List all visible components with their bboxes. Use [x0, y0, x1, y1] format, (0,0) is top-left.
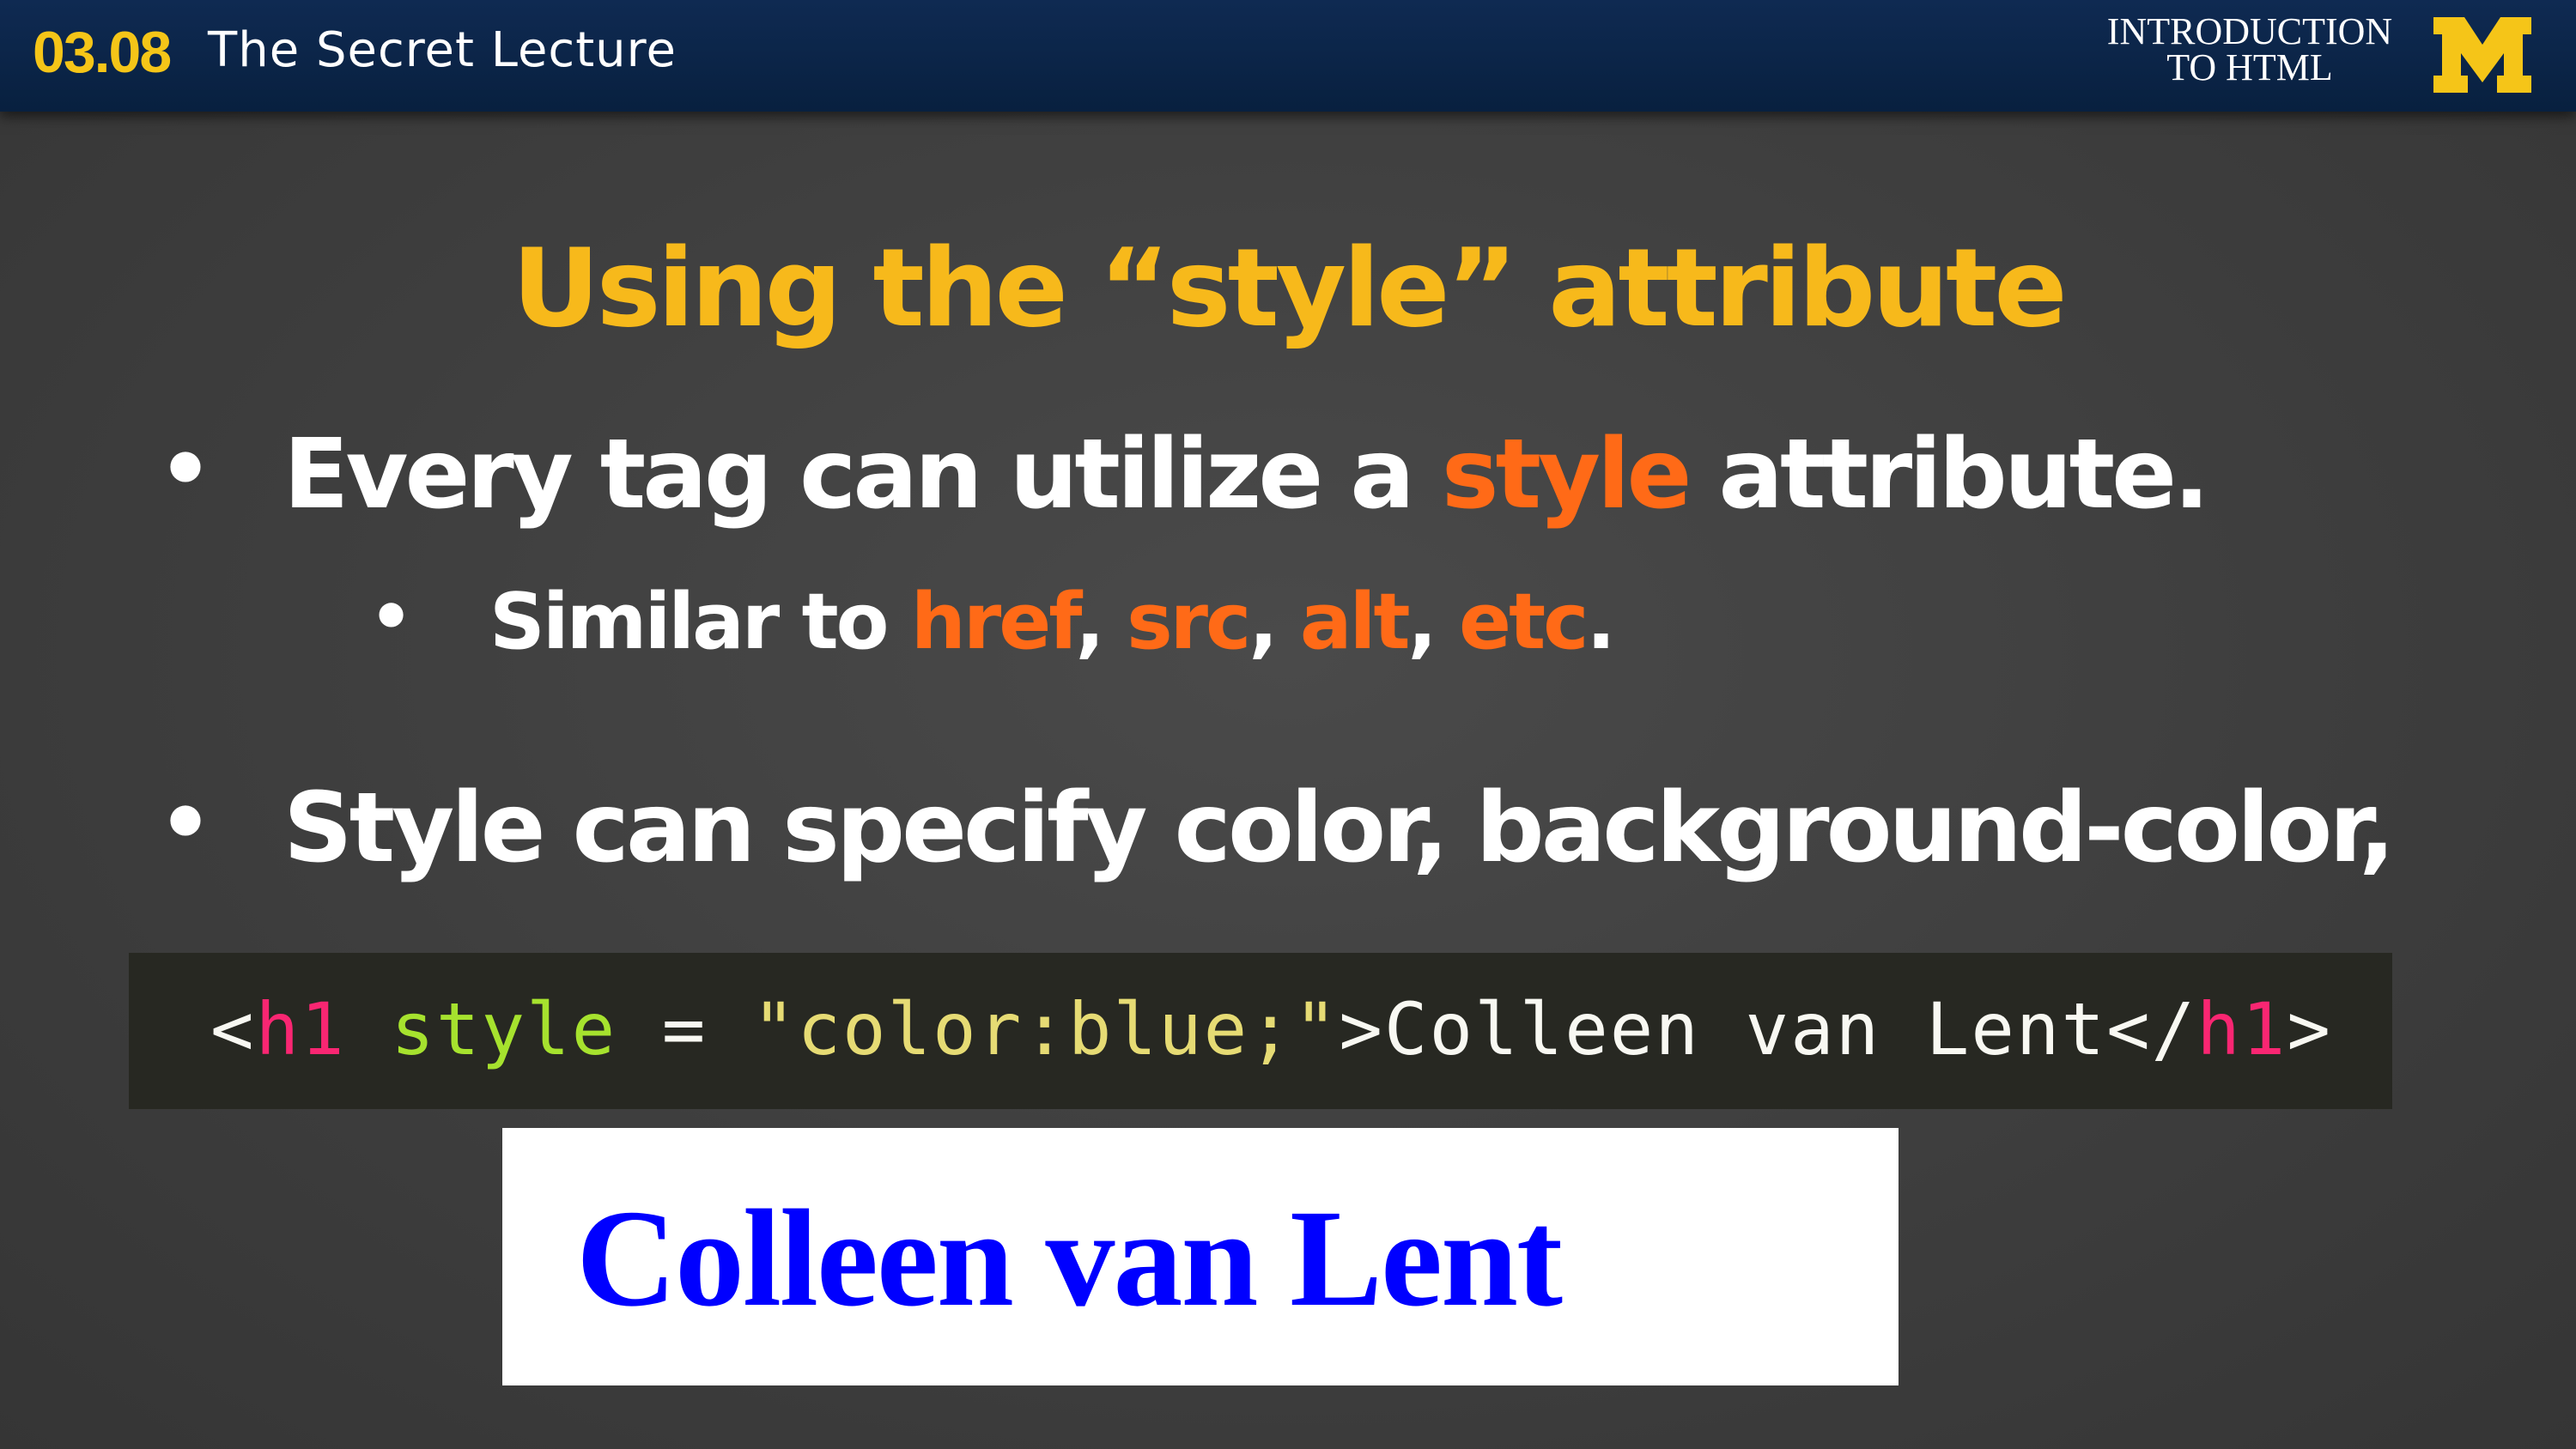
highlight-href: href [910, 577, 1078, 667]
code-punct: </ [2106, 987, 2197, 1071]
lecture-title: The Secret Lecture [208, 22, 677, 78]
slide-title: Using the “style” attribute [512, 225, 2067, 351]
code-close-tag: h1 [2196, 987, 2287, 1071]
sub-bullet-text: Similar to href, src, alt, etc. [489, 577, 1616, 667]
highlight-alt: alt [1299, 577, 1411, 667]
code-attribute-value: "color:blue;" [751, 987, 1340, 1071]
code-attribute: style [345, 987, 617, 1071]
separator: , [1075, 577, 1127, 667]
sub-bullet-end: . [1586, 577, 1615, 667]
code-example-block: <h1 style = "color:blue;">Colleen van Le… [129, 953, 2392, 1109]
rendered-output-preview: Colleen van Lent [502, 1128, 1899, 1385]
header-bar: 03.08 The Secret Lecture INTRODUCTION TO… [0, 0, 2576, 112]
separator: , [1407, 577, 1460, 667]
bullet-marker: • [158, 773, 213, 873]
bullet-text-end: attribute. [1688, 419, 2209, 530]
lecture-number: 03.08 [33, 20, 172, 85]
bullet-text: Style can specify color, background-colo… [283, 773, 2396, 884]
sub-bullet-text-start: Similar to [489, 577, 911, 667]
code-punct: < [210, 987, 256, 1071]
highlight-word: style [1441, 419, 1692, 530]
course-title: INTRODUCTION TO HTML [2095, 10, 2404, 88]
bullet-text: Every tag can utilize a style attribute. [283, 419, 2210, 530]
bullet-text-start: Every tag can utilize a [283, 419, 1442, 530]
highlight-src: src [1127, 577, 1251, 667]
course-title-line2: TO HTML [2166, 46, 2333, 88]
sub-bullet-marker: • [369, 577, 413, 657]
rendered-heading: Colleen van Lent [576, 1182, 1563, 1336]
code-equals: = [617, 987, 752, 1071]
code-punct: > [1339, 987, 1384, 1071]
highlight-etc: etc [1459, 577, 1589, 667]
bullet-marker: • [158, 419, 213, 519]
course-title-line1: INTRODUCTION [2106, 10, 2393, 52]
separator: , [1249, 577, 1300, 667]
code-content: Colleen van Lent [1383, 987, 2107, 1071]
code-punct: > [2287, 987, 2332, 1071]
code-open-tag: h1 [255, 987, 346, 1071]
university-logo-icon [2433, 17, 2531, 93]
code-line: <h1 style = "color:blue;">Colleen van Le… [210, 987, 2332, 1071]
